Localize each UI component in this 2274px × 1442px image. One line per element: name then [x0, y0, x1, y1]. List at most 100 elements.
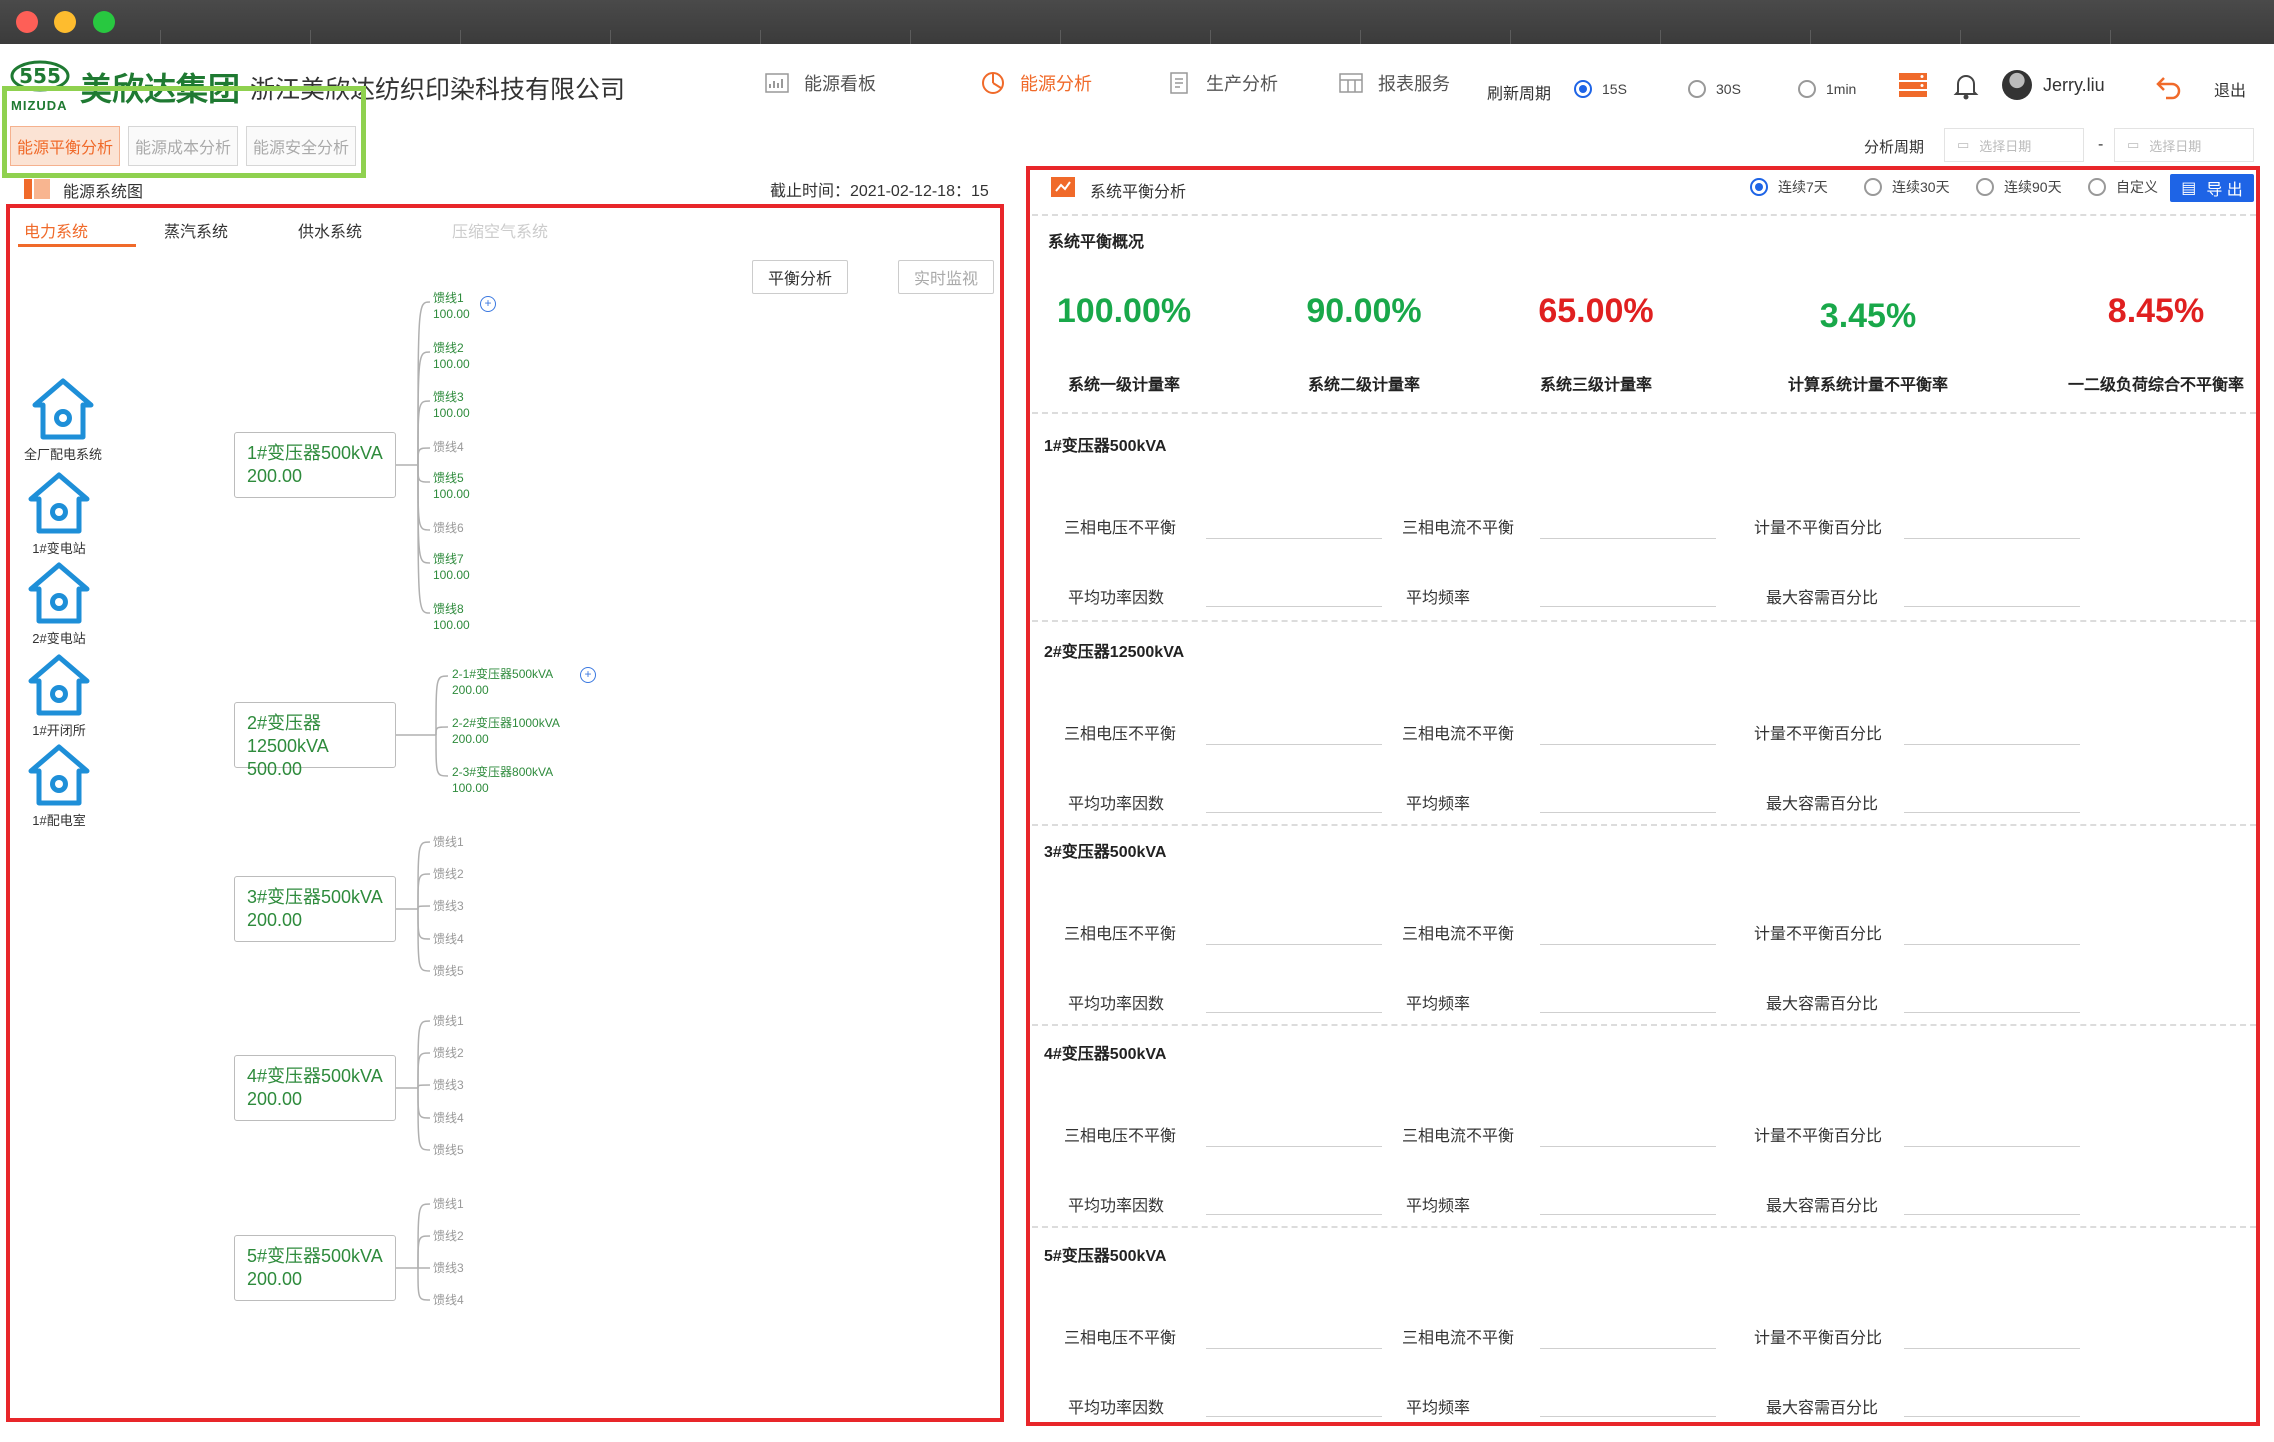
feeder-node[interactable]: 馈线3: [433, 1077, 464, 1093]
feeder-node[interactable]: 馈线5: [433, 963, 464, 979]
start-date-input[interactable]: ▭ 选择日期: [1944, 128, 2084, 162]
feeder-node[interactable]: 馈线4: [433, 1292, 464, 1308]
metering-imbalance-field[interactable]: [1904, 744, 2080, 745]
frequency-field[interactable]: [1540, 1214, 1716, 1215]
power-factor-field[interactable]: [1206, 606, 1382, 607]
feeder-node[interactable]: 馈线1: [433, 1196, 464, 1212]
transformer-node[interactable]: 5#变压器500kVA 200.00: [234, 1235, 396, 1301]
range-radio-custom[interactable]: 自定义: [2088, 177, 2158, 197]
transformer-node[interactable]: 1#变压器500kVA 200.00: [234, 432, 396, 498]
frequency-field[interactable]: [1540, 1416, 1716, 1417]
voltage-imbalance-field[interactable]: [1206, 1146, 1382, 1147]
range-radio-90d[interactable]: 连续90天: [1976, 177, 2062, 197]
back-arrow-icon[interactable]: [2155, 72, 2183, 100]
power-factor-field[interactable]: [1206, 1416, 1382, 1417]
feeder-node[interactable]: 馈线8 100.00: [433, 601, 470, 633]
sub-transformer-node[interactable]: 2-2#变压器1000kVA 200.00: [452, 715, 560, 747]
metering-imbalance-field[interactable]: [1904, 1348, 2080, 1349]
station-substation-2[interactable]: 2#变电站: [4, 562, 114, 647]
radio-dot[interactable]: [1798, 80, 1816, 98]
feeder-node[interactable]: 馈线4: [433, 931, 464, 947]
balance-analysis-button[interactable]: 平衡分析: [752, 260, 848, 294]
subtab-energy-cost[interactable]: 能源成本分析: [128, 126, 238, 166]
feeder-node[interactable]: 馈线3: [433, 1260, 464, 1276]
radio-dot[interactable]: [2088, 178, 2106, 196]
feeder-node[interactable]: 馈线1 100.00: [433, 290, 470, 322]
max-demand-field[interactable]: [1904, 1012, 2080, 1013]
current-imbalance-field[interactable]: [1540, 944, 1716, 945]
nav-production-analysis[interactable]: 生产分析: [1166, 70, 1278, 96]
feeder-node[interactable]: 馈线4: [433, 1110, 464, 1126]
transformer-node[interactable]: 4#变压器500kVA 200.00: [234, 1055, 396, 1121]
max-demand-field[interactable]: [1904, 812, 2080, 813]
user-name[interactable]: Jerry.liu: [2043, 75, 2105, 96]
voltage-imbalance-field[interactable]: [1206, 944, 1382, 945]
frequency-field[interactable]: [1540, 606, 1716, 607]
avatar[interactable]: [2002, 70, 2032, 100]
feeder-node[interactable]: 馈线3 100.00: [433, 389, 470, 421]
refresh-radio-30s[interactable]: 30S: [1688, 80, 1741, 98]
metering-imbalance-field[interactable]: [1904, 1146, 2080, 1147]
current-imbalance-field[interactable]: [1540, 538, 1716, 539]
radio-dot[interactable]: [1864, 178, 1882, 196]
expand-plus-icon[interactable]: +: [580, 667, 596, 683]
bell-icon[interactable]: [1953, 72, 1979, 100]
current-imbalance-field[interactable]: [1540, 1348, 1716, 1349]
range-radio-30d[interactable]: 连续30天: [1864, 177, 1950, 197]
station-plant-distribution[interactable]: 全厂配电系统: [8, 378, 118, 463]
current-imbalance-field[interactable]: [1540, 744, 1716, 745]
radio-dot[interactable]: [1574, 80, 1592, 98]
radio-dot[interactable]: [1688, 80, 1706, 98]
voltage-imbalance-field[interactable]: [1206, 744, 1382, 745]
feeder-node[interactable]: 馈线3: [433, 898, 464, 914]
nav-report-service[interactable]: 报表服务: [1338, 70, 1450, 96]
logout-link[interactable]: 退出: [2214, 77, 2246, 101]
nav-energy-analysis[interactable]: 能源分析: [980, 70, 1092, 96]
sub-transformer-node[interactable]: 2-3#变压器800kVA 100.00: [452, 764, 553, 796]
tab-compressed-air-system[interactable]: 压缩空气系统: [452, 218, 548, 242]
refresh-radio-15s[interactable]: 15S: [1574, 80, 1627, 98]
feeder-node[interactable]: 馈线5 100.00: [433, 470, 470, 502]
power-factor-field[interactable]: [1206, 1214, 1382, 1215]
subtab-energy-balance[interactable]: 能源平衡分析: [10, 126, 120, 166]
frequency-field[interactable]: [1540, 812, 1716, 813]
power-factor-field[interactable]: [1206, 812, 1382, 813]
feeder-node[interactable]: 馈线5: [433, 1142, 464, 1158]
feeder-node[interactable]: 馈线6: [433, 520, 464, 536]
station-distribution-room-1[interactable]: 1#配电室: [4, 744, 114, 829]
feeder-node[interactable]: 馈线2 100.00: [433, 340, 470, 372]
station-switching-1[interactable]: 1#开闭所: [4, 654, 114, 739]
nav-energy-board[interactable]: 能源看板: [764, 70, 876, 96]
feeder-node[interactable]: 馈线2: [433, 866, 464, 882]
max-demand-field[interactable]: [1904, 606, 2080, 607]
frequency-field[interactable]: [1540, 1012, 1716, 1013]
metering-imbalance-field[interactable]: [1904, 538, 2080, 539]
max-demand-field[interactable]: [1904, 1416, 2080, 1417]
voltage-imbalance-field[interactable]: [1206, 538, 1382, 539]
radio-dot[interactable]: [1750, 178, 1768, 196]
export-button[interactable]: ▤ 导 出: [2170, 174, 2254, 202]
feeder-node[interactable]: 馈线2: [433, 1228, 464, 1244]
end-date-input[interactable]: ▭ 选择日期: [2114, 128, 2254, 162]
expand-plus-icon[interactable]: +: [480, 296, 496, 312]
close-window-icon[interactable]: [16, 11, 38, 33]
feeder-node[interactable]: 馈线1: [433, 834, 464, 850]
sub-transformer-node[interactable]: 2-1#变压器500kVA 200.00: [452, 666, 553, 698]
station-substation-1[interactable]: 1#变电站: [4, 472, 114, 557]
server-icon[interactable]: [1898, 72, 1928, 98]
realtime-monitor-button[interactable]: 实时监视: [898, 260, 994, 294]
max-demand-field[interactable]: [1904, 1214, 2080, 1215]
refresh-radio-1min[interactable]: 1min: [1798, 80, 1856, 98]
voltage-imbalance-field[interactable]: [1206, 1348, 1382, 1349]
radio-dot[interactable]: [1976, 178, 1994, 196]
feeder-node[interactable]: 馈线2: [433, 1045, 464, 1061]
feeder-node[interactable]: 馈线1: [433, 1013, 464, 1029]
transformer-node[interactable]: 2#变压器12500kVA 500.00: [234, 702, 396, 779]
metering-imbalance-field[interactable]: [1904, 944, 2080, 945]
tab-water-system[interactable]: 供水系统: [298, 218, 362, 242]
current-imbalance-field[interactable]: [1540, 1146, 1716, 1147]
tab-steam-system[interactable]: 蒸汽系统: [164, 218, 228, 242]
feeder-node[interactable]: 馈线7 100.00: [433, 551, 470, 583]
feeder-node[interactable]: 馈线4: [433, 439, 464, 455]
subtab-energy-safety[interactable]: 能源安全分析: [246, 126, 356, 166]
